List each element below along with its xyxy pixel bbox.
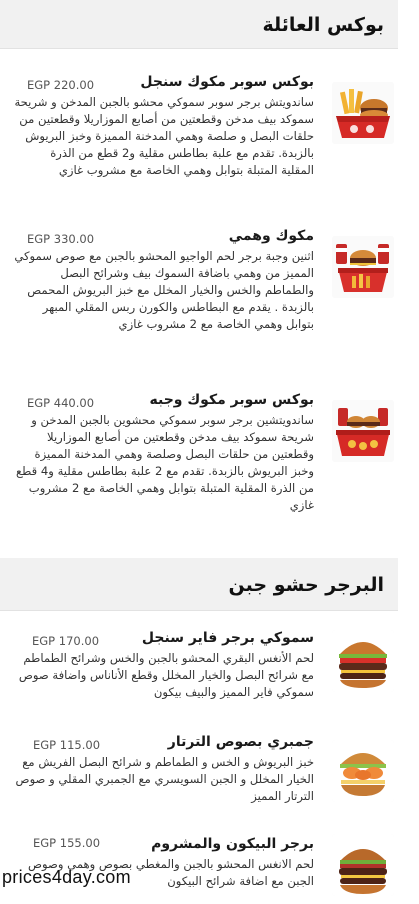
menu-item[interactable]: EGP 115.00 جمبري بصوص الترتار خبز البريو…	[0, 730, 398, 825]
item-name: بوكس سوبر مكوك سنجل	[140, 74, 314, 90]
shrimp-burger-icon	[332, 740, 394, 802]
item-price: EGP 155.00	[33, 836, 101, 850]
watermark: prices4day.com	[2, 867, 131, 887]
section-header-cheese-stuffed-burger: البرجر حشو جبن	[0, 558, 398, 611]
item-description: ساندويتشين برجر سوبر سموكي محشوين بالجبن…	[15, 413, 314, 512]
item-name: بوكس سوبر مكوك وجبه	[149, 392, 314, 408]
item-description: خبز البريوش و الخس و الطماطم و شرائح الب…	[15, 755, 314, 803]
item-name: سموكي برجر فاير سنجل	[141, 630, 314, 646]
item-price: EGP 330.00	[27, 232, 95, 246]
item-description: ساندويتش برجر سوبر سموكي محشو بالجبن الم…	[14, 95, 314, 177]
menu-item[interactable]: EGP 155.00 برجر البيكون والمشروم لحم الا…	[0, 824, 398, 904]
section-title: بوكس العائلة	[262, 14, 385, 36]
item-name: جمبري بصوص الترتار	[167, 734, 314, 750]
meal-box-icon	[332, 236, 394, 298]
combo-box-icon	[332, 400, 394, 462]
section-title: البرجر حشو جبن	[228, 574, 384, 596]
fries-box-icon	[332, 82, 394, 144]
menu-item[interactable]: EGP 330.00 مكوك وهمي اثنين وجبة برجر لحم…	[0, 224, 398, 389]
item-name: مكوك وهمي	[228, 228, 314, 244]
item-price: EGP 170.00	[32, 634, 100, 648]
item-price: EGP 115.00	[33, 738, 101, 752]
item-price: EGP 220.00	[27, 78, 95, 92]
menu-item[interactable]: EGP 220.00 بوكس سوبر مكوك سنجل ساندويتش …	[0, 70, 398, 225]
item-description: لحم الأنغس البقري المحشو بالجبن والخس وش…	[18, 651, 314, 699]
item-price: EGP 440.00	[27, 396, 95, 410]
bacon-burger-icon	[332, 834, 394, 896]
item-name: برجر البيكون والمشروم	[151, 836, 314, 852]
menu-item[interactable]: EGP 170.00 سموكي برجر فاير سنجل لحم الأن…	[0, 626, 398, 731]
item-description: اثنين وجبة برجر لحم الواجيو المحشو بالجب…	[14, 249, 314, 331]
section-header-family-box: بوكس العائلة	[0, 0, 398, 49]
burger-icon	[332, 630, 394, 692]
scrollbar[interactable]	[398, 0, 419, 890]
menu-item[interactable]: EGP 440.00 بوكس سوبر مكوك وجبه ساندويتشي…	[0, 388, 398, 559]
